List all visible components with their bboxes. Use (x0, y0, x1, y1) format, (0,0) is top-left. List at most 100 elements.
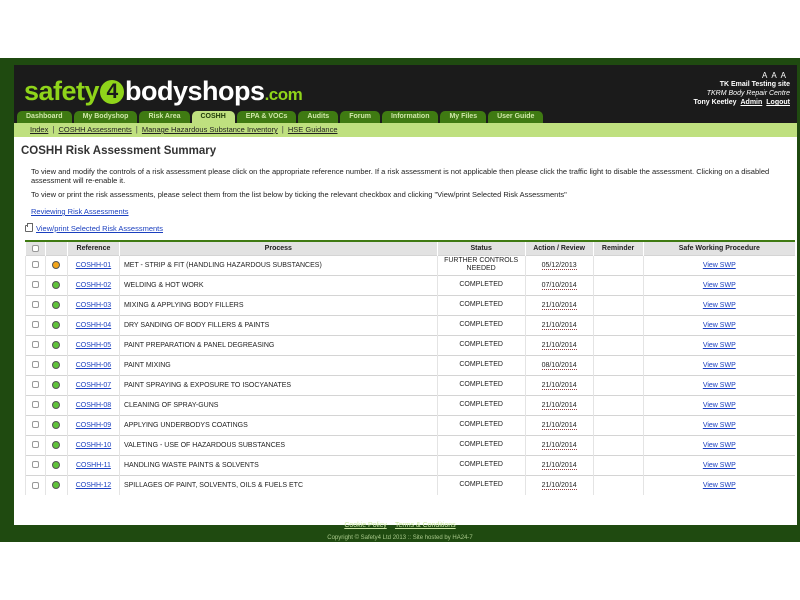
traffic-light-icon[interactable] (52, 321, 61, 329)
traffic-light-cell[interactable] (44, 334, 68, 355)
subnav-manage-inventory[interactable]: Manage Hazardous Substance Inventory (142, 125, 278, 134)
reference-link[interactable]: COSHH-07 (76, 382, 111, 389)
traffic-light-icon[interactable] (52, 481, 61, 490)
reference-link[interactable]: COSHH-03 (76, 302, 111, 309)
row-select-cell[interactable] (25, 474, 46, 495)
nav-tab-epa-vocs[interactable]: EPA & VOCs (236, 111, 297, 123)
row-checkbox[interactable] (31, 281, 39, 289)
row-checkbox[interactable] (31, 321, 39, 329)
view-swp-link[interactable]: View SWP (703, 262, 736, 269)
select-all-checkbox[interactable] (31, 244, 39, 252)
printer-icon[interactable] (25, 223, 33, 232)
reference-link[interactable]: COSHH-09 (76, 422, 111, 429)
view-swp-link[interactable]: View SWP (703, 342, 736, 349)
traffic-light-icon[interactable] (52, 401, 61, 409)
traffic-light-icon[interactable] (52, 381, 61, 389)
row-select-cell[interactable] (25, 394, 46, 415)
traffic-light-cell[interactable] (44, 414, 68, 435)
reference-link[interactable]: COSHH-02 (76, 282, 111, 289)
nav-tab-my-files[interactable]: My Files (440, 111, 487, 123)
logout-link[interactable]: Logout (766, 99, 790, 106)
font-size-small-button[interactable]: A (762, 71, 771, 80)
nav-tab-audits[interactable]: Audits (298, 111, 339, 123)
admin-link[interactable]: Admin (741, 99, 763, 106)
font-size-medium-button[interactable]: A (771, 71, 780, 80)
row-select-cell[interactable] (25, 334, 46, 355)
row-checkbox[interactable] (31, 401, 39, 409)
reference-link[interactable]: COSHH-01 (76, 262, 111, 269)
nav-tab-risk-area[interactable]: Risk Area (139, 111, 190, 123)
traffic-light-icon[interactable] (52, 361, 61, 369)
view-swp-link[interactable]: View SWP (703, 402, 736, 409)
traffic-light-cell[interactable] (44, 314, 68, 335)
row-select-cell[interactable] (25, 434, 46, 455)
traffic-light-icon[interactable] (52, 461, 61, 469)
terms-link[interactable]: Terms & Conditions (395, 522, 456, 529)
view-swp-link[interactable]: View SWP (703, 422, 736, 429)
nav-tab-information[interactable]: Information (381, 111, 439, 123)
traffic-light-cell[interactable] (44, 274, 68, 295)
row-select-cell[interactable] (25, 374, 46, 395)
traffic-light-icon[interactable] (52, 261, 61, 269)
reference-link[interactable]: COSHH-06 (76, 362, 111, 369)
traffic-light-icon[interactable] (52, 281, 61, 289)
row-select-cell[interactable] (25, 454, 46, 475)
view-swp-link[interactable]: View SWP (703, 442, 736, 449)
view-print-selected-link[interactable]: View/print Selected Risk Assessments (36, 224, 163, 233)
traffic-light-cell[interactable] (44, 374, 68, 395)
reference-link[interactable]: COSHH-11 (76, 462, 111, 469)
reference-link[interactable]: COSHH-08 (76, 402, 111, 409)
view-swp-link[interactable]: View SWP (703, 382, 736, 389)
row-select-cell[interactable] (25, 314, 46, 335)
nav-tab-coshh[interactable]: COSHH (191, 111, 235, 123)
nav-tab-dashboard[interactable]: Dashboard (17, 111, 72, 123)
row-checkbox[interactable] (31, 301, 39, 309)
row-checkbox[interactable] (31, 361, 39, 369)
view-swp-link[interactable]: View SWP (703, 362, 736, 369)
subnav-coshh-assessments[interactable]: COSHH Assessments (58, 125, 131, 134)
traffic-light-icon[interactable] (52, 341, 61, 349)
traffic-light-icon[interactable] (52, 301, 61, 309)
row-checkbox[interactable] (31, 481, 39, 489)
font-size-large-button[interactable]: A (781, 71, 790, 80)
reference-link[interactable]: COSHH-05 (76, 342, 111, 349)
reference-link[interactable]: COSHH-12 (76, 482, 111, 489)
table-row: COSHH-10 VALETING - USE OF HAZARDOUS SUBS… (25, 434, 795, 455)
traffic-light-cell[interactable] (44, 394, 68, 415)
row-checkbox[interactable] (31, 421, 39, 429)
header-select-all[interactable] (25, 241, 46, 255)
row-select-cell[interactable] (25, 294, 46, 315)
view-swp-link[interactable]: View SWP (703, 282, 736, 289)
row-select-cell[interactable] (25, 414, 46, 435)
view-swp-link[interactable]: View SWP (703, 462, 736, 469)
traffic-light-cell[interactable] (44, 454, 68, 475)
traffic-light-cell[interactable] (44, 254, 68, 275)
subnav-hse-guidance[interactable]: HSE Guidance (288, 125, 338, 134)
reference-link[interactable]: COSHH-04 (76, 322, 111, 329)
traffic-light-cell[interactable] (44, 294, 68, 315)
nav-tab-forum[interactable]: Forum (340, 111, 380, 123)
nav-tab-user-guide[interactable]: User Guide (488, 111, 544, 123)
view-swp-link[interactable]: View SWP (703, 302, 736, 309)
row-checkbox[interactable] (31, 261, 39, 269)
row-checkbox[interactable] (31, 341, 39, 349)
row-checkbox[interactable] (31, 381, 39, 389)
traffic-light-cell[interactable] (44, 354, 68, 375)
view-swp-link[interactable]: View SWP (703, 482, 736, 489)
row-select-cell[interactable] (25, 254, 46, 275)
traffic-light-cell[interactable] (44, 434, 68, 455)
cookie-policy-link[interactable]: Cookie Policy (344, 522, 386, 529)
reference-link[interactable]: COSHH-10 (76, 442, 111, 449)
site-logo[interactable]: safety 4 bodyshops.com (24, 77, 303, 109)
traffic-light-cell[interactable] (44, 474, 68, 495)
row-select-cell[interactable] (25, 274, 46, 295)
traffic-light-icon[interactable] (52, 441, 61, 449)
traffic-light-icon[interactable] (52, 421, 61, 429)
nav-tab-my-bodyshop[interactable]: My Bodyshop (73, 111, 138, 123)
reviewing-risk-assessments-link[interactable]: Reviewing Risk Assessments (31, 207, 790, 216)
row-select-cell[interactable] (25, 354, 46, 375)
view-swp-link[interactable]: View SWP (703, 322, 736, 329)
row-checkbox[interactable] (31, 441, 39, 449)
subnav-index[interactable]: Index (30, 125, 48, 134)
row-checkbox[interactable] (31, 461, 39, 469)
